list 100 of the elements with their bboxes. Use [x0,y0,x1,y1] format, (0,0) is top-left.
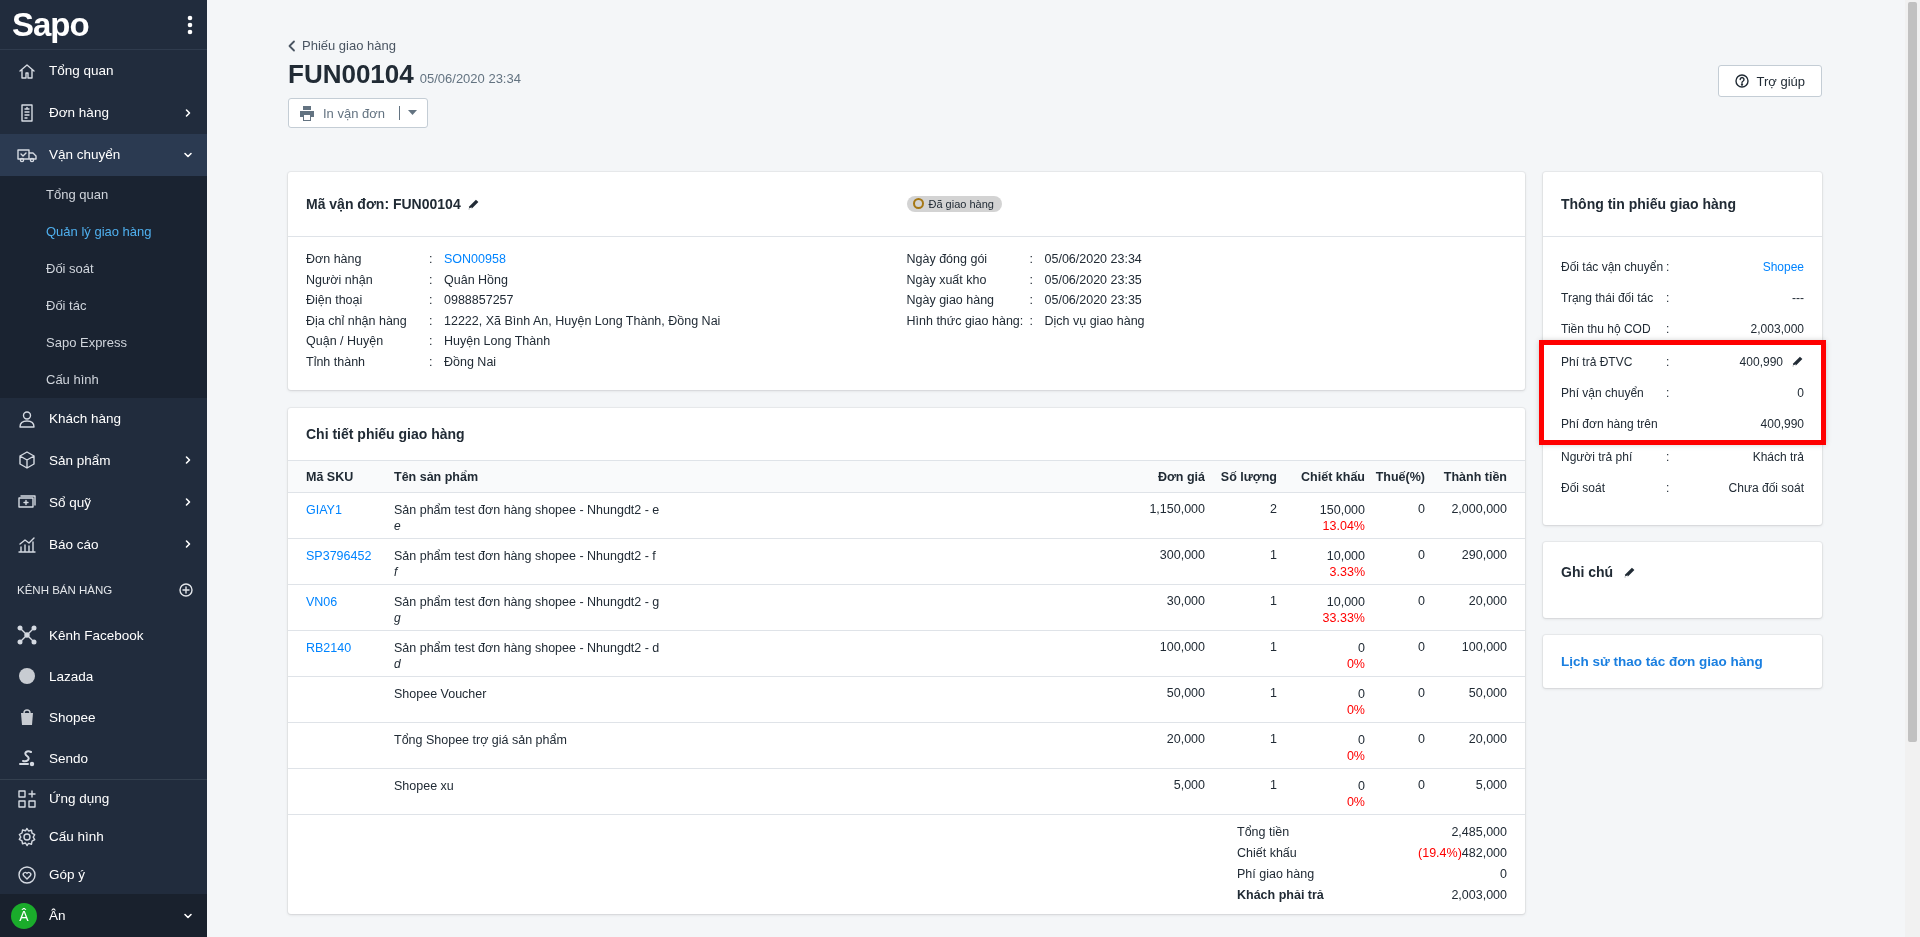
sku-link[interactable]: VN06 [306,595,338,609]
field-colon: : [1666,385,1670,400]
field-label: Tỉnh thành [306,353,367,370]
summary-label: Tổng tiền [1237,825,1291,839]
sidebar-item-icon [17,408,37,429]
table-cell-text: 0 [1417,594,1425,610]
table-cell-text: 150,000 [1318,502,1365,518]
sidebar-item-icon [17,827,37,847]
field-colon: : [1029,272,1033,287]
column-header: Chiết khấu [1300,469,1365,484]
summary-label: Phí giao hàng [1237,867,1316,881]
back-link[interactable]: Phiếu giao hàng [288,38,521,53]
sidebar-item[interactable]: Sổ quỹ [0,481,207,524]
product-name: Shopee xu [394,778,455,794]
field-label: Điện thoại [306,292,364,309]
scrollbar-thumb[interactable] [1908,2,1917,742]
field-colon: : [429,313,433,328]
sidebar-item[interactable]: Kênh Facebook [0,615,207,656]
chevron-right-icon [183,107,193,118]
field-label: Đơn hàng [306,251,363,268]
page-date: 05/06/2020 23:34 [419,71,521,86]
variant-name: d [394,656,402,672]
field-label: Đối soát [1561,480,1607,495]
sku-link[interactable]: RB2140 [306,641,352,655]
field-label: Hình thức giao hàng: [906,312,1025,329]
submenu-item[interactable]: Đối tác [0,286,207,324]
chevron-left-icon [288,39,296,52]
product-name: Sản phẩm test đơn hàng shopee - Nhungdt2 - g [394,594,661,610]
sidebar-item[interactable]: Sendo [0,738,207,779]
field-colon: : [429,334,433,348]
carrier-link[interactable]: Shopee [1762,259,1804,274]
sidebar-item[interactable]: Cấu hình [0,818,207,856]
sidebar-item[interactable]: Shopee [0,697,207,738]
help-button[interactable]: Trợ giúp [1718,65,1822,97]
sku-link[interactable]: SP3796452 [306,549,372,563]
field-value: 05/06/2020 23:35 [1044,272,1142,287]
summary-value: 0 [1500,867,1507,881]
variant-name: e [394,518,402,534]
field-value: Huyện Long Thành [444,334,551,348]
field-colon: : [1666,290,1670,305]
sidebar-item-icon [17,789,37,809]
field-colon: : [1029,293,1033,307]
field-label: Người trả phí [1561,449,1634,464]
sidebar-item[interactable]: Báo cáo [0,523,207,566]
field-label: Ngày đóng gói [906,251,989,268]
table-cell-text: 290,000 [1460,548,1507,564]
sidebar-item[interactable]: Sản phẩm [0,439,207,482]
table-cell-text: 5,000 [1172,778,1205,794]
discount-percent: 0% [1345,748,1365,764]
sidebar-item[interactable]: Góp ý [0,856,207,894]
column-header: Thuế(%) [1374,469,1425,484]
field-label: Phí vận chuyển [1561,385,1645,400]
table-cell-text: 0 [1417,548,1425,564]
sidebar-item[interactable]: Khách hàng [0,397,207,440]
printer-icon [299,105,315,121]
sidebar-item[interactable]: Vận chuyển [0,133,207,176]
sku-link[interactable]: GIAY1 [306,503,342,517]
app-logo[interactable]: Sapo [12,5,89,44]
user-menu[interactable]: Â Ân [0,894,207,937]
order-link[interactable]: SON00958 [444,252,506,266]
field-colon: : [429,293,433,307]
field-label: Phí đơn hàng trên [1561,416,1659,431]
submenu-item[interactable]: Đối soát [0,249,207,287]
column-header: Đơn giá [1156,469,1205,484]
field-colon: : [429,252,433,266]
sidebar-item[interactable]: Tổng quan [0,50,207,92]
table-cell-text: 50,000 [1467,686,1507,702]
field-label: Địa chỉ nhận hàng [306,312,408,329]
user-avatar: Â [11,902,37,929]
field-value: 400,990 [1739,354,1783,369]
table-cell-text: 20,000 [1467,594,1507,610]
table-cell-text: 1 [1269,548,1277,564]
table-cell-text: 0 [1417,732,1425,748]
sidebar-item[interactable]: Ứng dụng [0,780,207,818]
table-cell-text: 0 [1357,778,1365,794]
field-colon: : [1666,321,1670,336]
product-name: Shopee Voucher [394,686,488,702]
table-cell-text: 100,000 [1158,640,1205,656]
submenu-item[interactable]: Tổng quan [0,175,207,213]
submenu-item[interactable]: Cấu hình [0,360,207,398]
submenu-item[interactable]: Sapo Express [0,323,207,361]
field-colon: : [1029,313,1033,328]
column-header: Số lượng [1219,469,1277,484]
table-cell-text: 1 [1269,594,1277,610]
field-label: Ngày xuất kho [906,271,988,288]
table-cell-text: 2,000,000 [1450,502,1507,518]
table-cell-text: 0 [1357,732,1365,748]
channel-icon [17,625,37,646]
field-value: --- [1792,290,1804,305]
field-value: Đồng Nai [444,354,497,369]
submenu-item[interactable]: Quản lý giao hàng [0,212,207,250]
discount-percent: 0% [1345,656,1365,672]
product-name: Sản phẩm test đơn hàng shopee - Nhungdt2 - e [394,502,661,518]
field-value: 05/06/2020 23:35 [1044,293,1142,307]
sidebar-item[interactable]: Đơn hàng [0,91,207,134]
field-value: Dịch vụ giao hàng [1044,313,1145,328]
table-cell-text: 10,000 [1325,594,1365,610]
table-cell-text: 300,000 [1158,548,1205,564]
sidebar-item[interactable]: Lazada [0,656,207,697]
print-button[interactable]: In vận đơn [288,98,428,128]
